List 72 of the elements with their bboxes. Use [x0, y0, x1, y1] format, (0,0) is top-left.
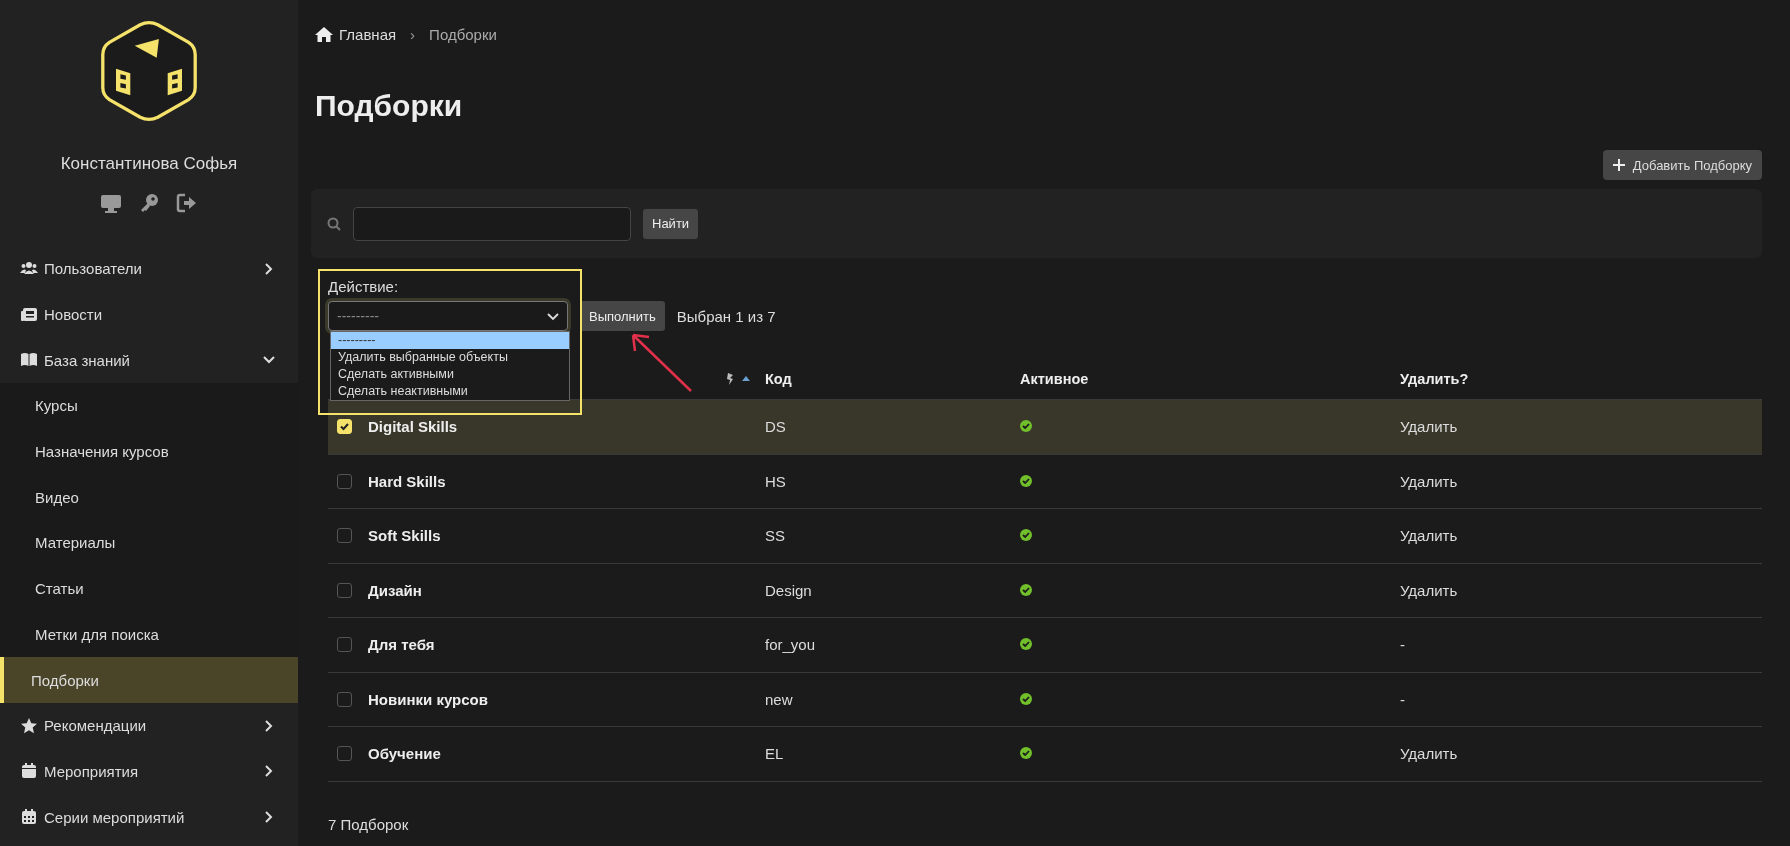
page-title: Подборки: [315, 88, 464, 124]
chevron-down-icon: [547, 310, 559, 322]
annotation-arrow: [629, 331, 693, 393]
table-cell: new: [765, 690, 793, 708]
calendar-icon: [20, 762, 38, 781]
search-button[interactable]: Найти: [643, 208, 699, 239]
dropdown-option[interactable]: Сделать неактивными: [331, 383, 569, 400]
row-checkbox[interactable]: [337, 473, 352, 489]
result-count: 7 Подборок: [328, 815, 410, 833]
delete-cell: -: [1400, 690, 1405, 708]
collection-link[interactable]: Обучение: [368, 745, 441, 763]
home-icon[interactable]: [315, 26, 333, 42]
collection-link[interactable]: Digital Skills: [368, 418, 458, 436]
row-checkbox[interactable]: [337, 691, 352, 707]
table-cell: SS: [765, 527, 785, 545]
sidebar-subitem[interactable]: Статьи: [0, 565, 298, 612]
dropdown-option[interactable]: Удалить выбранные объекты: [331, 349, 569, 366]
breadcrumb-link[interactable]: Главная: [339, 25, 397, 43]
sidebar-subitem[interactable]: Подборки: [0, 657, 298, 703]
breadcrumb-separator: ›: [410, 25, 416, 43]
user-name: Константинова Софья: [59, 154, 239, 174]
sidebar-item[interactable]: База знаний: [0, 337, 298, 384]
logout-icon[interactable]: [176, 192, 198, 214]
delete-cell: Удалить: [1400, 745, 1458, 763]
check-icon: [339, 421, 350, 433]
dropdown-option[interactable]: Сделать активными: [331, 366, 569, 383]
row-checkbox[interactable]: [337, 528, 352, 544]
collection-link[interactable]: Дизайн: [368, 581, 422, 599]
dropdown-option[interactable]: ---------: [331, 332, 569, 349]
newspaper-icon: [20, 305, 38, 324]
delete-cell: -: [1400, 636, 1405, 654]
column-header[interactable]: Код: [765, 371, 1020, 387]
calendar-grid-icon: [20, 808, 38, 827]
collection-link[interactable]: Для тебя: [368, 636, 435, 654]
sidebar-subitem[interactable]: Курсы: [0, 383, 298, 429]
star-icon: [20, 716, 38, 735]
table-cell: DS: [765, 418, 786, 436]
collection-link[interactable]: Новинки курсов: [368, 690, 488, 708]
add-button[interactable]: Добавить Подборку: [1602, 150, 1762, 180]
table-cell: HS: [765, 472, 786, 490]
delete-cell: Удалить: [1400, 472, 1458, 490]
search-icon: [327, 216, 341, 231]
table-cell: for_you: [765, 636, 816, 654]
delete-cell: Удалить: [1400, 581, 1458, 599]
row-checkbox[interactable]: [337, 637, 352, 653]
monitor-icon[interactable]: [100, 192, 122, 214]
sidebar-subitem[interactable]: Назначения курсов: [0, 428, 298, 475]
row-checkbox[interactable]: [337, 582, 352, 598]
sidebar-item[interactable]: Рекомендации: [0, 702, 298, 749]
selection-counter: Выбран 1 из 7: [676, 307, 776, 325]
sidebar-item[interactable]: Серии мероприятий: [0, 794, 298, 840]
column-header[interactable]: Удалить?: [1400, 371, 1762, 387]
sidebar-item[interactable]: Новости: [0, 291, 298, 338]
delete-cell: Удалить: [1400, 418, 1458, 436]
sidebar-item[interactable]: Пользователи: [0, 246, 298, 292]
column-header[interactable]: Активное: [1020, 371, 1400, 387]
collection-link[interactable]: Hard Skills: [368, 472, 446, 490]
delete-cell: Удалить: [1400, 527, 1458, 545]
breadcrumb-current: Подборки: [429, 25, 497, 43]
sidebar-subitem[interactable]: Метки для поиска: [0, 611, 298, 658]
action-select[interactable]: ---------: [328, 301, 568, 331]
table-cell: Design: [765, 581, 812, 599]
search-field[interactable]: [353, 206, 631, 241]
table-cell: EL: [765, 745, 784, 763]
row-checkbox[interactable]: [337, 746, 352, 762]
sidebar-item[interactable]: Мероприятия: [0, 748, 298, 795]
sidebar-subitem[interactable]: Материалы: [0, 520, 298, 566]
sidebar-subitem[interactable]: Видео: [0, 474, 298, 521]
action-label: Действие:: [328, 278, 400, 296]
plus-icon: [1612, 159, 1625, 171]
collection-link[interactable]: Soft Skills: [368, 527, 441, 545]
run-button[interactable]: Выполнить: [580, 301, 665, 331]
